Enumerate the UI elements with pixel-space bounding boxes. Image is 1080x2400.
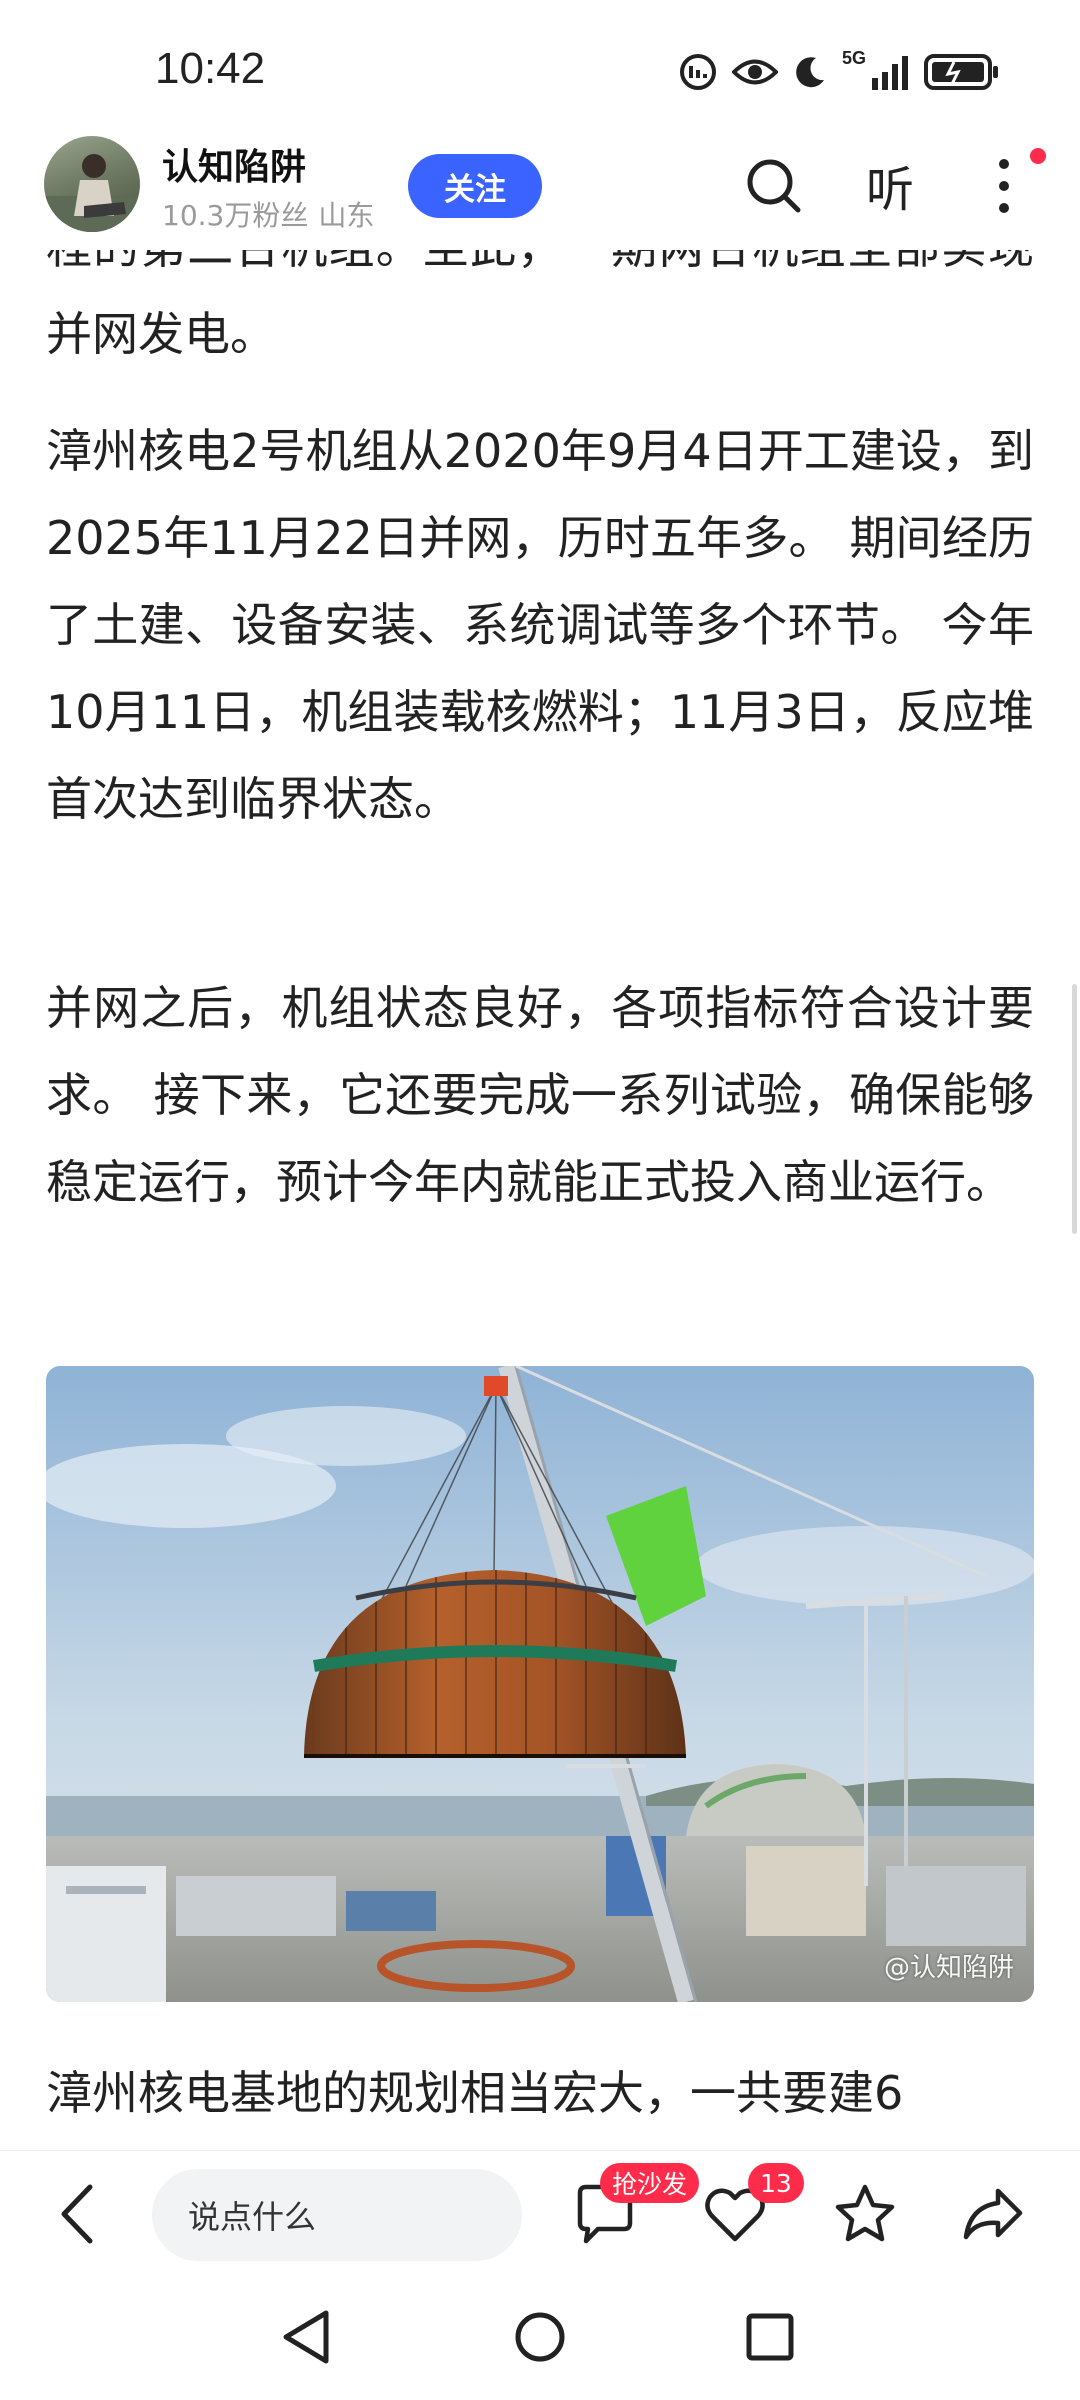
share-icon[interactable] [960, 2181, 1026, 2247]
notification-dot [1030, 148, 1046, 164]
scroll-indicator[interactable] [1072, 984, 1077, 1234]
nav-recent-icon[interactable] [730, 2297, 810, 2377]
status-icons: 5G [678, 48, 1000, 96]
article-photo[interactable]: @认知陷阱 [46, 1366, 1034, 2002]
article-paragraph: 并网之后，机组状态良好，各项指标符合设计要求。 接下来，它还要完成一系列试验，确… [46, 981, 1034, 1209]
image-watermark: @认知陷阱 [883, 1953, 1014, 1983]
comment-input[interactable]: 说点什么 [152, 2169, 522, 2261]
avatar[interactable] [44, 136, 140, 232]
moon-icon [796, 57, 824, 88]
comment-placeholder: 说点什么 [188, 2198, 317, 2236]
author-name[interactable]: 认知陷阱 [162, 138, 306, 190]
listen-button[interactable]: 听 [866, 150, 914, 220]
network-type: 5G [841, 48, 866, 68]
signal-icon [872, 56, 908, 90]
follower-count: 10.3万粉丝 [162, 199, 309, 232]
follow-button[interactable]: 关注 [408, 154, 542, 218]
comment-badge: 抢沙发 [600, 2163, 700, 2203]
author-meta: 10.3万粉丝 山东 [162, 194, 374, 234]
article-paragraph: 漳州核电2号机组从2020年9月4日开工建设，到2025年11月22日并网，历时… [46, 424, 1034, 826]
nav-back-icon[interactable] [270, 2297, 350, 2377]
article-header: 认知陷阱 10.3万粉丝 山东 关注 听 [0, 130, 1080, 250]
reactor-dome-lift-image [46, 1366, 1034, 2002]
back-icon[interactable] [52, 2181, 102, 2247]
wifi-calling-icon [679, 54, 716, 90]
system-nav-bar [0, 2275, 1080, 2400]
eye-icon [731, 59, 778, 85]
author-location: 山东 [318, 199, 375, 232]
article-paragraph: 漳州核电基地的规划相当宏大，一共要建6 [46, 2066, 904, 2120]
nav-home-icon[interactable] [500, 2297, 580, 2377]
status-time: 10:42 [155, 44, 266, 93]
star-icon[interactable] [832, 2181, 898, 2247]
battery-icon [924, 54, 998, 90]
article-content: 程的第二台机组。至此，一期两台机组全部实现并网发电。 漳州核电2号机组从2020… [0, 0, 1080, 2150]
like-count-badge: 13 [748, 2163, 804, 2203]
status-bar: 10:42 5G [0, 0, 1080, 140]
avatar-image [44, 154, 140, 232]
search-icon[interactable] [744, 156, 804, 216]
more-icon[interactable] [984, 154, 1024, 218]
bottom-action-bar: 说点什么 抢沙发 13 [0, 2150, 1080, 2275]
